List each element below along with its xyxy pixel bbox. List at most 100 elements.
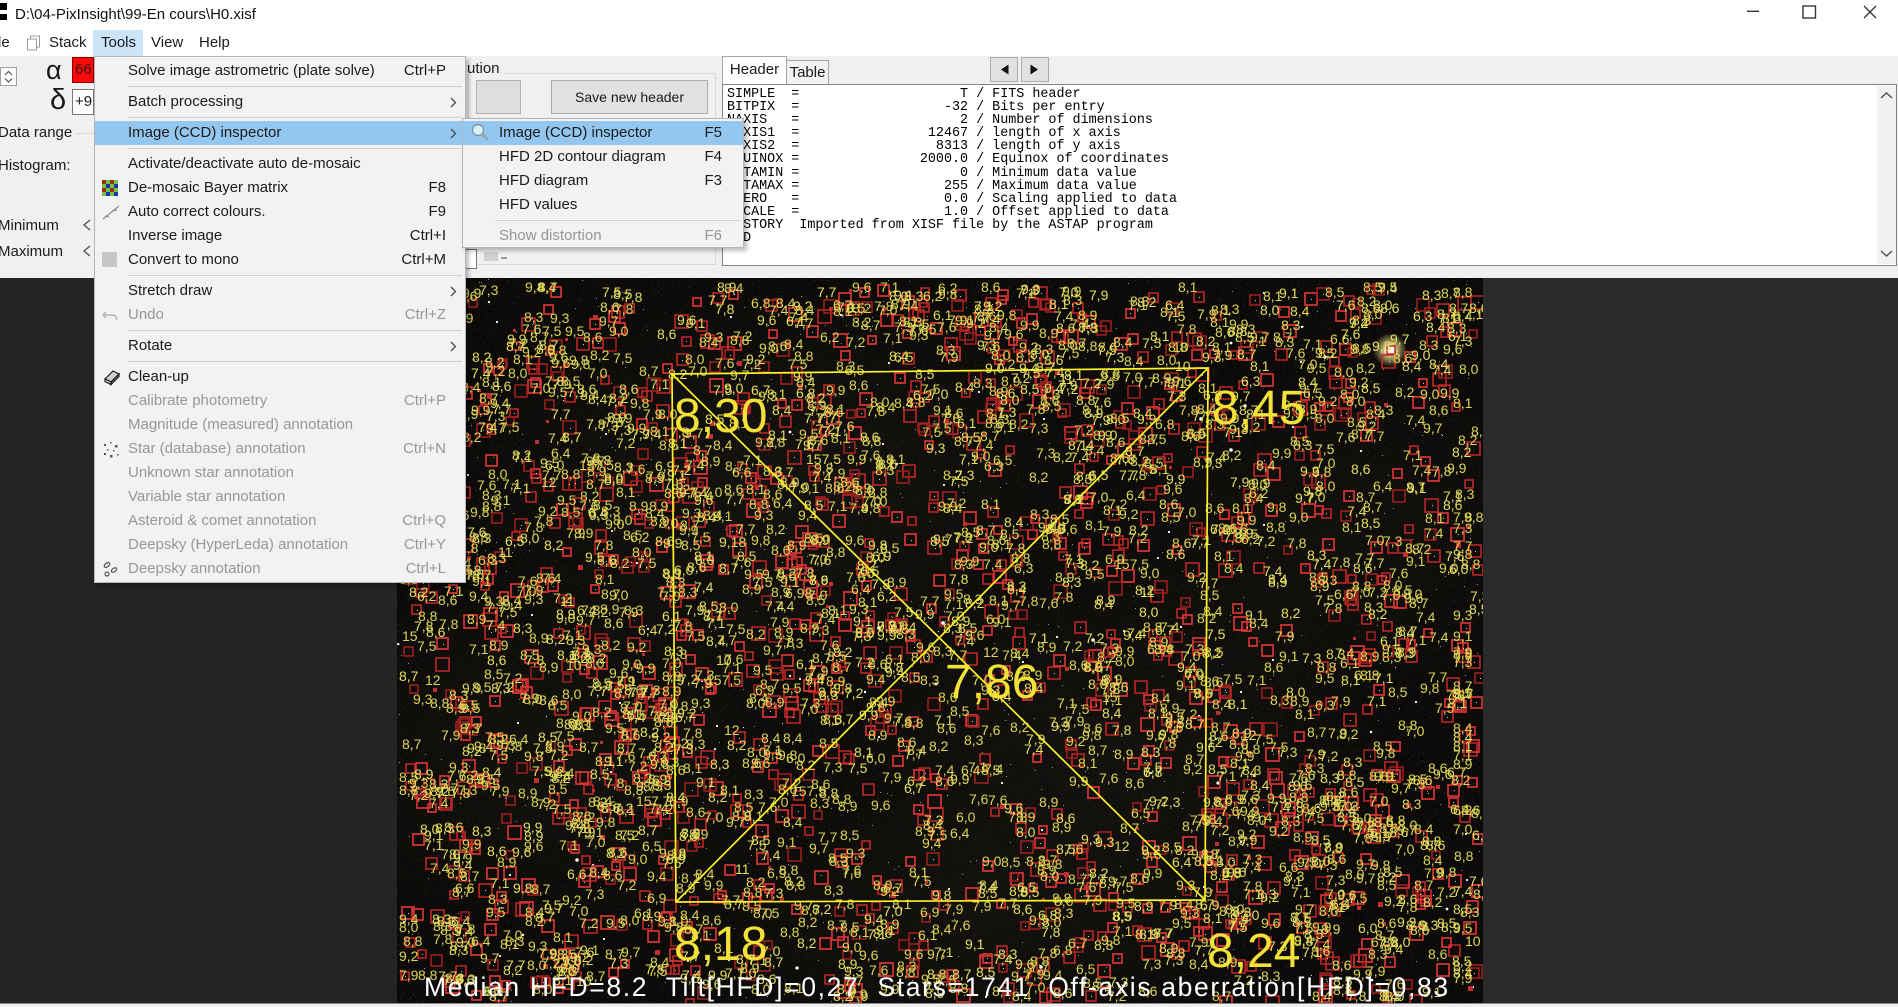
svg-text:7,1: 7,1 bbox=[1326, 899, 1346, 915]
svg-text:7,7: 7,7 bbox=[639, 685, 659, 701]
svg-text:7,7: 7,7 bbox=[817, 284, 837, 300]
svg-text:8,7: 8,7 bbox=[1405, 540, 1425, 556]
svg-text:9,1: 9,1 bbox=[965, 936, 985, 952]
svg-text:8,1: 8,1 bbox=[1295, 706, 1315, 722]
svg-text:9,1: 9,1 bbox=[491, 492, 511, 508]
svg-text:8,8: 8,8 bbox=[1094, 937, 1114, 953]
svg-text:9,7: 9,7 bbox=[544, 900, 564, 916]
svg-text:8,8: 8,8 bbox=[1322, 792, 1342, 808]
svg-text:8,4: 8,4 bbox=[525, 904, 545, 920]
svg-text:7,9: 7,9 bbox=[944, 901, 964, 917]
svg-text:9,0: 9,0 bbox=[982, 853, 1002, 869]
svg-text:8,4: 8,4 bbox=[1256, 457, 1276, 473]
svg-text:8,6: 8,6 bbox=[1083, 720, 1103, 736]
svg-text:9,9: 9,9 bbox=[1020, 317, 1040, 333]
svg-text:7,8: 7,8 bbox=[1323, 600, 1343, 616]
svg-text:7,9: 7,9 bbox=[399, 967, 419, 983]
svg-text:7,2: 7,2 bbox=[1085, 630, 1105, 646]
svg-text:9,2: 9,2 bbox=[399, 948, 419, 964]
svg-text:8,6: 8,6 bbox=[686, 804, 706, 820]
svg-text:7,3: 7,3 bbox=[1161, 794, 1181, 810]
svg-text:8,4: 8,4 bbox=[1189, 956, 1209, 972]
svg-text:8,2: 8,2 bbox=[1377, 869, 1397, 885]
svg-text:8,9: 8,9 bbox=[838, 798, 858, 814]
svg-text:8,4: 8,4 bbox=[1124, 353, 1144, 369]
svg-text:8,6: 8,6 bbox=[604, 615, 624, 631]
svg-text:8,3: 8,3 bbox=[513, 620, 533, 636]
svg-text:6,7: 6,7 bbox=[904, 780, 924, 796]
svg-text:9,6: 9,6 bbox=[677, 312, 697, 328]
svg-text:7,4: 7,4 bbox=[694, 579, 714, 595]
svg-text:7,1: 7,1 bbox=[974, 298, 994, 314]
svg-text:7,4: 7,4 bbox=[849, 500, 869, 516]
svg-text:8,5: 8,5 bbox=[615, 827, 635, 843]
svg-text:6,8: 6,8 bbox=[1472, 827, 1483, 843]
svg-text:9,4: 9,4 bbox=[453, 857, 473, 873]
svg-text:9,3: 9,3 bbox=[977, 337, 997, 353]
svg-text:12: 12 bbox=[425, 672, 441, 688]
svg-text:7,0: 7,0 bbox=[1089, 489, 1109, 505]
svg-text:8,1: 8,1 bbox=[767, 386, 787, 402]
svg-text:8,1: 8,1 bbox=[981, 496, 1001, 512]
svg-text:8,4: 8,4 bbox=[907, 742, 927, 758]
svg-text:8,7: 8,7 bbox=[1185, 716, 1205, 732]
svg-text:8,8: 8,8 bbox=[1266, 519, 1286, 535]
svg-text:7,7: 7,7 bbox=[725, 491, 745, 507]
svg-text:8,9: 8,9 bbox=[1234, 525, 1254, 541]
svg-text:8,4: 8,4 bbox=[537, 279, 557, 295]
svg-text:8,3: 8,3 bbox=[488, 891, 508, 907]
svg-text:8,6: 8,6 bbox=[1181, 428, 1201, 444]
svg-text:9,6: 9,6 bbox=[757, 312, 777, 328]
svg-text:6,1: 6,1 bbox=[786, 313, 806, 329]
svg-text:7,1: 7,1 bbox=[1291, 884, 1311, 900]
svg-text:9,6: 9,6 bbox=[916, 639, 936, 655]
svg-text:7,9: 7,9 bbox=[809, 572, 829, 588]
svg-text:8,0: 8,0 bbox=[1139, 604, 1159, 620]
svg-text:8,4: 8,4 bbox=[697, 509, 717, 525]
svg-text:7,5: 7,5 bbox=[894, 604, 914, 620]
svg-text:7,8: 7,8 bbox=[775, 634, 795, 650]
svg-text:7,5: 7,5 bbox=[928, 827, 948, 843]
svg-text:8,3: 8,3 bbox=[1402, 796, 1422, 812]
svg-text:6,9: 6,9 bbox=[920, 904, 940, 920]
svg-text:7,8: 7,8 bbox=[668, 646, 688, 662]
svg-text:8,9: 8,9 bbox=[1360, 648, 1380, 664]
svg-text:7,3: 7,3 bbox=[955, 467, 975, 483]
svg-text:8,3: 8,3 bbox=[460, 720, 480, 736]
svg-text:8,8: 8,8 bbox=[1454, 848, 1474, 864]
svg-text:9,4: 9,4 bbox=[454, 923, 474, 939]
svg-text:7,9: 7,9 bbox=[882, 769, 902, 785]
svg-text:7,2: 7,2 bbox=[1082, 375, 1102, 391]
svg-text:8,6: 8,6 bbox=[1380, 300, 1400, 316]
svg-text:8,9: 8,9 bbox=[467, 611, 487, 627]
svg-text:7,1: 7,1 bbox=[469, 641, 489, 657]
svg-text:7,6: 7,6 bbox=[1296, 767, 1316, 783]
svg-text:8,1: 8,1 bbox=[1341, 672, 1361, 688]
svg-text:8,5: 8,5 bbox=[1165, 715, 1185, 731]
svg-text:7,3: 7,3 bbox=[1167, 388, 1187, 404]
svg-text:6,8: 6,8 bbox=[1038, 907, 1058, 923]
svg-text:8,0: 8,0 bbox=[873, 877, 893, 893]
svg-text:8,2: 8,2 bbox=[766, 521, 786, 537]
svg-text:157,5: 157,5 bbox=[806, 451, 841, 467]
svg-text:8,5: 8,5 bbox=[1304, 926, 1324, 942]
svg-text:7,1: 7,1 bbox=[1029, 630, 1049, 646]
svg-text:7,8: 7,8 bbox=[1116, 451, 1136, 467]
svg-text:8,7: 8,7 bbox=[725, 458, 745, 474]
svg-text:7,6: 7,6 bbox=[522, 321, 542, 337]
svg-text:7,7: 7,7 bbox=[1199, 575, 1219, 591]
svg-text:7,2: 7,2 bbox=[733, 328, 753, 344]
svg-text:8,0: 8,0 bbox=[1315, 410, 1335, 426]
svg-text:8,1: 8,1 bbox=[1232, 500, 1252, 516]
svg-text:7,5: 7,5 bbox=[555, 728, 575, 744]
svg-text:8,5: 8,5 bbox=[1361, 515, 1381, 531]
svg-text:7,0: 7,0 bbox=[883, 903, 903, 919]
svg-text:8,3: 8,3 bbox=[824, 882, 844, 898]
svg-text:7,4: 7,4 bbox=[471, 365, 491, 381]
svg-text:8,9: 8,9 bbox=[556, 606, 576, 622]
svg-text:8,4: 8,4 bbox=[1429, 356, 1449, 372]
svg-text:7,0: 7,0 bbox=[1365, 532, 1385, 548]
svg-text:8,5: 8,5 bbox=[1469, 601, 1483, 617]
svg-text:8,0: 8,0 bbox=[420, 821, 440, 837]
svg-text:9,9: 9,9 bbox=[1166, 471, 1186, 487]
